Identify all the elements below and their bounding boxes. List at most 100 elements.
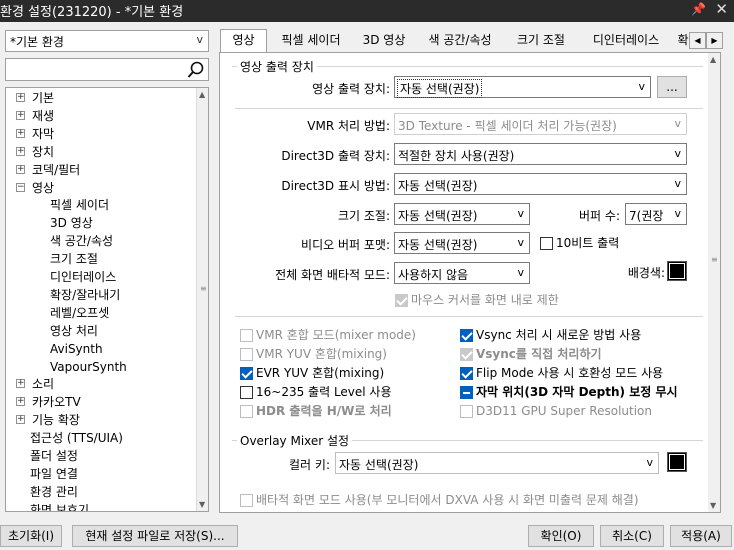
collapse-icon[interactable]: −: [16, 182, 25, 192]
expand-icon[interactable]: +: [16, 415, 25, 425]
d3d-output-label: Direct3D 출력 장치:: [281, 149, 390, 163]
d3d-display-select[interactable]: 자동 선택(권장) v: [394, 173, 687, 195]
tree-item-label: 코덱/필터: [32, 162, 81, 177]
tree-item[interactable]: 접근성 (TTS/UIA): [30, 429, 123, 447]
resize-select[interactable]: 자동 선택(권장) v: [394, 203, 530, 225]
tree-item-label: 접근성 (TTS/UIA): [30, 431, 123, 446]
tree-item[interactable]: AviSynth: [50, 340, 103, 358]
tree-item-label: VapourSynth: [50, 359, 127, 374]
video-buffer-format-select[interactable]: 자동 선택(권장) v: [394, 232, 530, 254]
tree-item[interactable]: + 기능 확장: [16, 411, 80, 429]
ok-button[interactable]: 확인(O): [528, 525, 594, 547]
chevron-down-icon: v: [517, 207, 524, 220]
tab-pixel-shader[interactable]: 픽셀 세이더: [270, 30, 352, 52]
chevron-down-icon: v: [674, 177, 681, 190]
expand-icon[interactable]: +: [16, 128, 25, 138]
tree-item[interactable]: − 영상: [16, 179, 54, 197]
fullscreen-exclusive-select[interactable]: 사용하지 않음 v: [394, 262, 530, 284]
cancel-button[interactable]: 취소(C): [600, 525, 664, 547]
profile-select[interactable]: *기본 환경 v: [5, 30, 209, 52]
chevron-down-icon: v: [646, 456, 653, 469]
expand-icon[interactable]: +: [16, 110, 25, 120]
tab-scroll-right-icon[interactable]: ▶: [706, 32, 723, 49]
scroll-up-icon[interactable]: ▲: [710, 55, 716, 64]
tree-item-label: 화면 보호기: [30, 502, 90, 512]
window-title: 환경 설정(231220) - *기본 환경: [0, 5, 184, 20]
expand-icon[interactable]: +: [16, 379, 25, 389]
scroll-up-icon[interactable]: ▲: [199, 90, 205, 99]
tree-item-label: 기능 확장: [32, 413, 80, 428]
buffer-count-select[interactable]: 7(권장 v: [625, 203, 687, 225]
color-key-select[interactable]: 자동 선택(권장) v: [335, 452, 659, 474]
close-icon[interactable]: ✕: [715, 0, 728, 18]
expand-icon[interactable]: +: [16, 93, 25, 102]
video-buffer-format-label: 비디오 버퍼 포맷:: [301, 238, 390, 252]
tree-item-label: 파일 연결: [30, 466, 78, 481]
tree-item-label: 자막: [32, 126, 55, 141]
tree-item[interactable]: 픽셀 세이더: [50, 196, 109, 214]
settings-tree[interactable]: + 기본 + 재생 + 자막 + 장치 + 코덱/필터 − 영상 픽셀 세이더 3D 영상 색 공간/속성 크…: [5, 87, 209, 512]
output-device-select[interactable]: 자동 선택(권장) v: [394, 76, 651, 98]
tree-item-label: 카카오TV: [32, 395, 81, 410]
tree-item[interactable]: 환경 관리: [30, 483, 78, 501]
reset-button[interactable]: 초기화(I): [0, 525, 62, 547]
tree-scrollbar[interactable]: ▲ ≡ ▼: [196, 88, 208, 511]
background-color-swatch[interactable]: [667, 261, 687, 281]
color-key-swatch[interactable]: [667, 452, 687, 472]
tree-item-label: 픽셀 세이더: [50, 198, 110, 213]
vmr-method-select[interactable]: 3D Texture - 픽셀 세이더 처리 가능(권장) v: [394, 113, 687, 135]
tree-item[interactable]: 폴더 설정: [30, 447, 78, 465]
expand-icon[interactable]: +: [16, 397, 25, 407]
expand-icon[interactable]: +: [16, 146, 25, 156]
tab-3d-video[interactable]: 3D 영상: [354, 30, 414, 52]
vmr-method-label: VMR 처리 방법:: [307, 119, 390, 133]
buffer-count-value: 7(권장: [629, 209, 664, 223]
tree-item[interactable]: 3D 영상: [50, 214, 93, 232]
pin-icon[interactable]: 📌: [691, 2, 706, 16]
tab-color-space[interactable]: 색 공간/속성: [418, 30, 502, 52]
tree-item[interactable]: + 장치: [16, 143, 54, 161]
tree-item[interactable]: + 카카오TV: [16, 393, 81, 411]
scroll-grip-icon[interactable]: ≡: [711, 255, 718, 264]
tab-video[interactable]: 영상: [220, 29, 267, 53]
divider: [235, 316, 703, 317]
tree-item[interactable]: 레벨/오프셋: [50, 304, 109, 322]
tree-item[interactable]: 확장/잘라내기: [50, 286, 120, 304]
search-input[interactable]: [5, 58, 209, 81]
tree-item[interactable]: 영상 처리: [50, 322, 98, 340]
title-bar: 환경 설정(231220) - *기본 환경 📌 ✕: [0, 0, 734, 22]
scroll-down-icon[interactable]: ▼: [710, 501, 716, 510]
panel-scrollbar[interactable]: ▲ ≡ ▼: [708, 53, 720, 512]
chevron-down-icon: v: [196, 33, 203, 46]
save-to-file-button[interactable]: 현재 설정 파일로 저장(S)...: [72, 525, 238, 547]
tree-item-label: AviSynth: [50, 341, 103, 356]
tree-item[interactable]: 색 공간/속성: [50, 232, 113, 250]
tab-extend[interactable]: 확: [676, 30, 690, 52]
tree-item[interactable]: 화면 보호기: [30, 501, 90, 512]
tab-resize[interactable]: 크기 조절: [506, 30, 576, 52]
search-icon[interactable]: [187, 61, 205, 79]
output-device-value: 자동 선택(권장): [397, 79, 483, 98]
video-buffer-format-value: 자동 선택(권장): [398, 238, 478, 252]
tree-item[interactable]: + 코덱/필터: [16, 161, 81, 179]
chevron-down-icon: v: [674, 207, 681, 220]
expand-icon[interactable]: +: [16, 164, 25, 174]
tab-scroll-left-icon[interactable]: ◀: [689, 32, 706, 49]
tab-deinterlace[interactable]: 디인터레이스: [580, 30, 672, 52]
tree-item[interactable]: VapourSynth: [50, 358, 127, 376]
tree-item[interactable]: + 재생: [16, 107, 54, 125]
tree-item[interactable]: + 자막: [16, 125, 55, 143]
tree-item[interactable]: 크기 조절: [50, 250, 98, 268]
tree-item[interactable]: 디인터레이스: [50, 268, 116, 286]
output-device-more-button[interactable]: ...: [657, 76, 687, 98]
scroll-down-icon[interactable]: ▼: [199, 500, 205, 509]
fullscreen-exclusive-value: 사용하지 않음: [398, 268, 469, 282]
tree-item[interactable]: + 기본: [16, 89, 54, 107]
scroll-grip-icon[interactable]: ≡: [200, 284, 207, 293]
d3d-output-select[interactable]: 적절한 장치 사용(권장) v: [394, 143, 687, 165]
buffer-count-label: 버퍼 수:: [579, 209, 620, 223]
tree-item[interactable]: + 소리: [16, 375, 54, 393]
apply-button[interactable]: 적용(A): [670, 525, 732, 547]
tree-item[interactable]: 파일 연결: [30, 465, 78, 483]
tree-item-label: 영상 처리: [50, 323, 98, 338]
